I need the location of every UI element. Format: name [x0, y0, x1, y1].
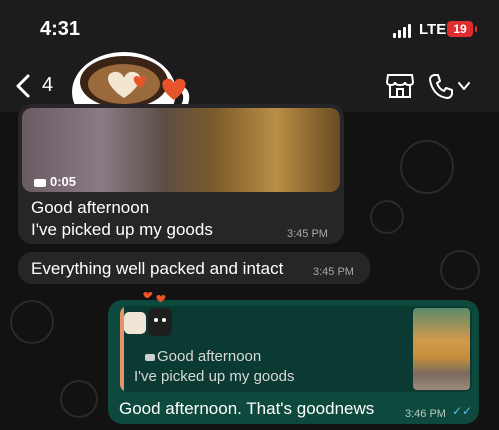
message-time: 3:45 PM	[313, 266, 354, 278]
read-receipt-icon: ✓✓	[452, 404, 473, 418]
call-icon[interactable]	[427, 72, 455, 100]
mug-sticker	[124, 292, 172, 336]
quoted-text-line: Good afternoon	[145, 348, 261, 365]
wallpaper-doodle	[400, 140, 454, 194]
battery-tip	[475, 26, 477, 32]
unread-count[interactable]: 4	[42, 74, 53, 97]
outgoing-reply-message[interactable]: Good afternoon I've picked up my goods G…	[108, 292, 479, 424]
video-thumbnail[interactable]: 0:05	[22, 108, 340, 192]
message-time: 3:46 PM	[405, 408, 446, 420]
video-camera-icon	[145, 353, 155, 361]
message-text-line: I've picked up my goods	[31, 220, 213, 239]
quoted-video-thumbnail	[413, 308, 470, 390]
hearts-icon	[133, 76, 186, 100]
incoming-text-message[interactable]: Everything well packed and intact 3:45 P…	[18, 252, 370, 284]
signal-icon	[393, 24, 415, 38]
wallpaper-doodle	[370, 200, 404, 234]
network-label: LTE	[419, 21, 447, 38]
wallpaper-doodle	[440, 250, 480, 290]
wallpaper-doodle	[60, 380, 98, 418]
video-camera-icon	[34, 178, 46, 187]
status-time: 4:31	[40, 18, 81, 40]
message-time: 3:45 PM	[287, 228, 328, 240]
quoted-text-line: I've picked up my goods	[134, 368, 295, 385]
battery-icon: 19	[447, 21, 473, 37]
message-text-line: Good afternoon	[31, 198, 150, 217]
chevron-down-icon[interactable]	[457, 80, 471, 92]
message-text: Good afternoon. That's goodnews	[119, 399, 375, 418]
wallpaper-doodle	[10, 300, 54, 344]
video-duration: 0:05	[34, 174, 76, 189]
quoted-text-first: Good afternoon	[157, 348, 262, 365]
message-text: Everything well packed and intact	[31, 259, 284, 278]
incoming-video-message[interactable]: 0:05 Good afternoon I've picked up my go…	[18, 104, 344, 244]
shop-icon[interactable]	[385, 72, 415, 100]
back-icon[interactable]	[10, 72, 38, 100]
video-duration-text: 0:05	[50, 174, 77, 189]
